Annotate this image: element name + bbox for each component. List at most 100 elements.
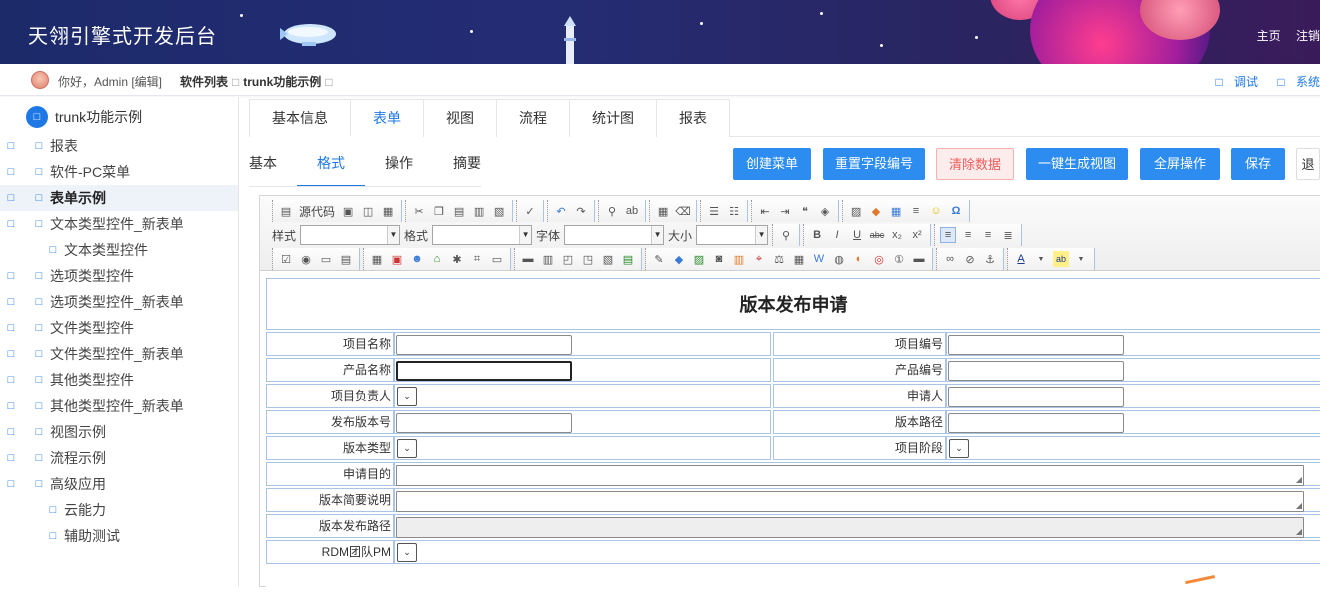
list-view-icon[interactable]: ▤ [620, 251, 636, 267]
text-input[interactable] [948, 361, 1124, 381]
user-icon[interactable]: ☻ [409, 251, 425, 267]
sidebar-item[interactable]: □ □ 表单示例 [0, 185, 238, 211]
expand-toggle-icon[interactable]: □ [3, 192, 19, 204]
flash-icon[interactable]: ◆ [868, 203, 884, 219]
expand-toggle-icon[interactable]: □ [3, 322, 19, 334]
find-icon[interactable]: ⚲ [604, 203, 620, 219]
subtab-1[interactable]: 格式 [297, 147, 365, 187]
dropdown-select[interactable]: ⌄ [397, 387, 417, 406]
sidebar-item[interactable]: □ □ 文本类型控件_新表单 [0, 211, 238, 237]
create-menu-button[interactable]: 创建菜单 [733, 148, 811, 180]
replace-icon[interactable]: ab [624, 203, 640, 219]
outdent-icon[interactable]: ⇤ [757, 203, 773, 219]
text-input[interactable] [396, 335, 572, 355]
sidebar-item[interactable]: □ □ 软件-PC菜单 [0, 159, 238, 185]
generate-view-button[interactable]: 一键生成视图 [1026, 148, 1128, 180]
expand-toggle-icon[interactable]: □ [3, 296, 19, 308]
iframe-icon[interactable]: ◳ [580, 251, 596, 267]
textfield-icon[interactable]: ▭ [318, 251, 334, 267]
line-icon[interactable]: ▬ [520, 251, 536, 267]
sidebar-item[interactable]: □ 云能力 [0, 497, 238, 523]
logout-link[interactable]: 注销 [1296, 29, 1320, 43]
undo-icon[interactable]: ↶ [553, 203, 569, 219]
department-icon[interactable]: ⌂ [429, 251, 445, 267]
qrcode-icon[interactable]: ▦ [791, 251, 807, 267]
align-center-icon[interactable]: ≡ [960, 227, 976, 243]
unlink-icon[interactable]: ⊘ [962, 251, 978, 267]
clear-data-button[interactable]: 清除数据 [936, 148, 1014, 180]
editor-content[interactable]: 版本发布申请 项目名称 项目编号 产品名称 产品编号 项目负责人 ⌄ 申请人 发布版本号 版本路… [266, 278, 1320, 588]
expand-toggle-icon[interactable]: □ [3, 166, 19, 178]
size-combo[interactable]: 大小 ▼ [668, 225, 769, 245]
stop-icon[interactable]: ◎ [871, 251, 887, 267]
sidebar-item[interactable]: □ □ 选项类型控件_新表单 [0, 289, 238, 315]
preview-icon[interactable]: ◫ [360, 203, 376, 219]
resize-grip-icon[interactable]: ◢ [1296, 527, 1302, 536]
bold-icon[interactable]: B [809, 227, 825, 243]
breadcrumb-item[interactable]: trunk功能示例 [243, 75, 321, 89]
subtab-3[interactable]: 摘要 [433, 147, 501, 187]
dropdown-select[interactable]: ⌄ [949, 439, 969, 458]
sidebar-item[interactable]: □ □ 报表 [0, 133, 238, 159]
expand-toggle-icon[interactable]: □ [3, 140, 19, 152]
source-button[interactable]: 源代码 [299, 203, 335, 220]
expand-toggle-icon[interactable]: □ [3, 218, 19, 230]
tree-root[interactable]: □ trunk功能示例 [26, 105, 142, 129]
subscript-icon[interactable]: x₂ [889, 227, 905, 243]
special-char-icon[interactable]: Ω [948, 203, 964, 219]
resize-grip-icon[interactable]: ◢ [1296, 501, 1302, 510]
smiley-icon[interactable]: ☺ [928, 203, 944, 219]
text-color-icon[interactable]: A [1013, 251, 1029, 267]
paste-word-icon[interactable]: ▧ [491, 203, 507, 219]
textarea-field[interactable]: ◢ [396, 465, 1304, 486]
color-wheel-icon[interactable]: ◐ [851, 251, 867, 267]
style-select[interactable]: ▼ [300, 225, 401, 245]
resize-grip-icon[interactable]: ◢ [1296, 475, 1302, 484]
home-link[interactable]: 主页 [1257, 29, 1281, 43]
layers-icon[interactable]: ◆ [671, 251, 687, 267]
weight-icon[interactable]: ⚖ [771, 251, 787, 267]
sidebar-item[interactable]: □ 辅助测试 [0, 523, 238, 549]
chevron-down-icon[interactable]: ▼ [1073, 251, 1089, 267]
sidebar-item[interactable]: □ □ 流程示例 [0, 445, 238, 471]
subtab-2[interactable]: 操作 [365, 147, 433, 187]
table-icon[interactable]: ▦ [888, 203, 904, 219]
dropdown-select[interactable]: ⌄ [397, 543, 417, 562]
avatar[interactable] [31, 71, 49, 89]
expand-toggle-icon[interactable]: □ [3, 452, 19, 464]
number-icon[interactable]: ① [891, 251, 907, 267]
dropdown-select[interactable]: ⌄ [397, 439, 417, 458]
size-select[interactable]: ▼ [696, 225, 769, 245]
reset-field-button[interactable]: 重置字段编号 [823, 148, 925, 180]
select-all-icon[interactable]: ▦ [655, 203, 671, 219]
checkbox-icon[interactable]: ☑ [278, 251, 294, 267]
chevron-down-icon[interactable]: ▼ [1033, 251, 1049, 267]
tab-2[interactable]: 视图 [423, 99, 497, 137]
debug-link[interactable]: □ 调试 [1207, 75, 1258, 89]
tab-4[interactable]: 统计图 [569, 99, 657, 137]
textarea-field[interactable]: ◢ [396, 491, 1304, 512]
textarea-icon[interactable]: ▤ [338, 251, 354, 267]
font-select[interactable]: ▼ [564, 225, 665, 245]
style-combo[interactable]: 样式 ▼ [272, 225, 401, 245]
div-icon[interactable]: ◈ [817, 203, 833, 219]
sidebar-item[interactable]: □ □ 视图示例 [0, 419, 238, 445]
maximize-icon[interactable]: ⚲ [778, 227, 794, 243]
format-combo[interactable]: 格式 ▼ [404, 225, 533, 245]
textarea-field[interactable]: ◢ [396, 517, 1304, 538]
text-input[interactable] [948, 413, 1124, 433]
link-icon[interactable]: ∞ [942, 251, 958, 267]
pen-icon[interactable]: ✎ [651, 251, 667, 267]
text-input[interactable] [948, 335, 1124, 355]
sidebar-item[interactable]: □ 文本类型控件 [0, 237, 238, 263]
button-icon[interactable]: ▭ [489, 251, 505, 267]
sidebar-item[interactable]: □ □ 高级应用 [0, 471, 238, 497]
italic-icon[interactable]: I [829, 227, 845, 243]
word-icon[interactable]: W [811, 251, 827, 267]
tree-icon[interactable]: ✱ [449, 251, 465, 267]
underline-icon[interactable]: U [849, 227, 865, 243]
align-left-icon[interactable]: ≡ [940, 227, 957, 243]
form-icon[interactable]: ▦ [369, 251, 385, 267]
indent-icon[interactable]: ⇥ [777, 203, 793, 219]
spellcheck-icon[interactable]: ✓ [522, 203, 538, 219]
